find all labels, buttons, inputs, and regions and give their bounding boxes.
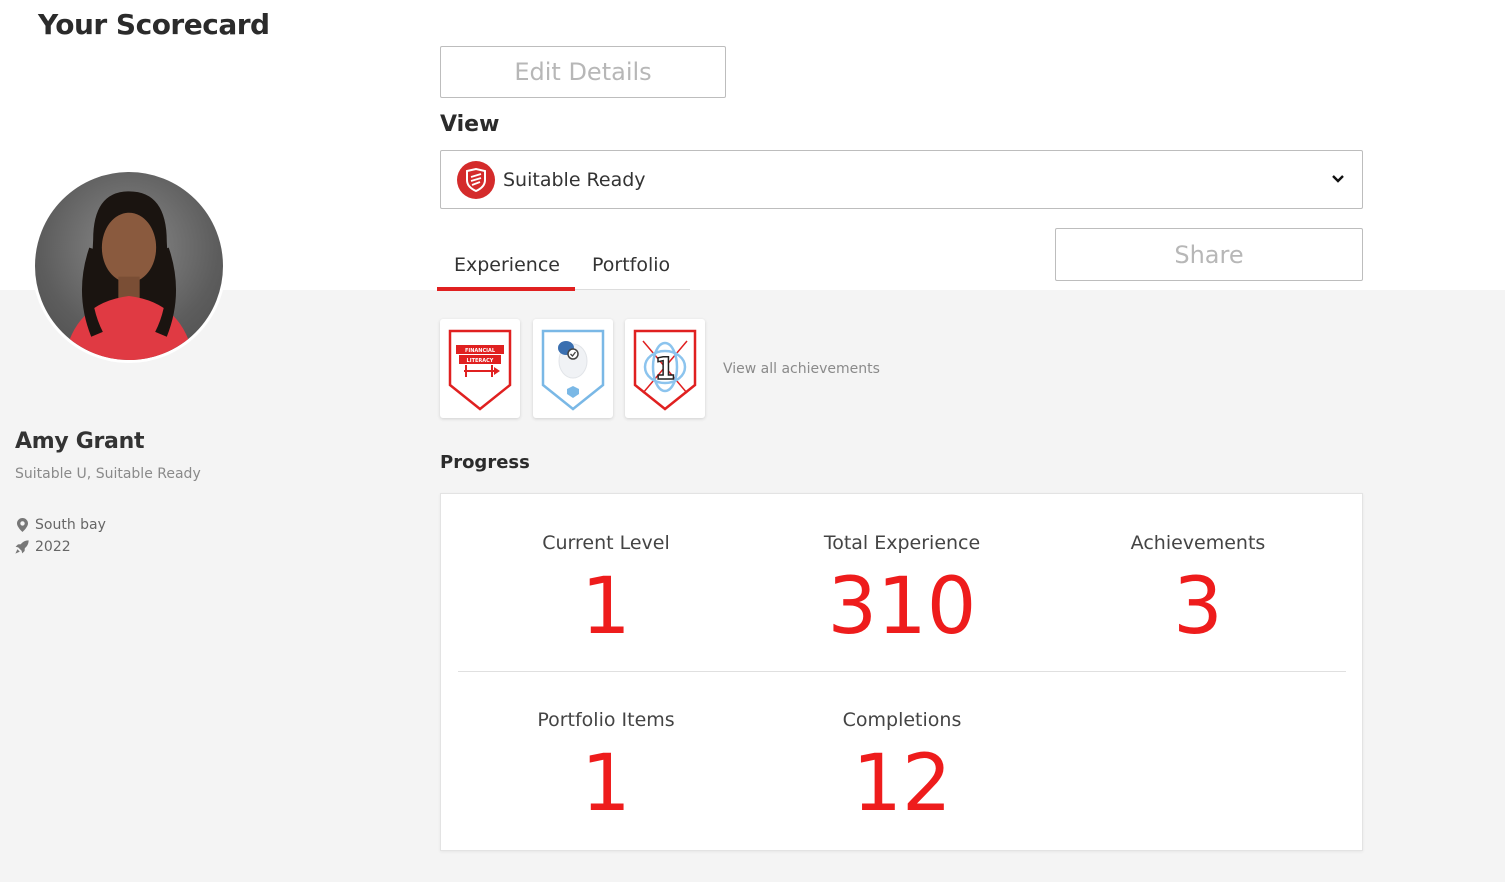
view-all-achievements-link[interactable]: View all achievements <box>723 361 880 377</box>
progress-heading: Progress <box>440 452 530 473</box>
chevron-down-icon <box>1330 171 1346 187</box>
profile-subtitle: Suitable U, Suitable Ready <box>15 466 201 482</box>
edit-details-button[interactable]: Edit Details <box>440 46 726 98</box>
profile-year: 2022 <box>15 539 71 555</box>
avatar-photo <box>64 191 194 360</box>
tab-experience[interactable]: Experience <box>437 240 575 291</box>
stat-label: Current Level <box>542 532 670 554</box>
location-text: South bay <box>35 517 106 533</box>
financial-literacy-badge-icon: FINANCIAL LITERACY <box>448 329 512 411</box>
achievement-badge-brain[interactable] <box>533 319 613 418</box>
badge-text-line2: LITERACY <box>467 358 494 364</box>
achievement-badge-financial-literacy[interactable]: FINANCIAL LITERACY <box>440 319 520 418</box>
stat-portfolio-items: Portfolio Items 1 <box>458 709 754 823</box>
tab-portfolio[interactable]: Portfolio <box>575 240 687 289</box>
badge-text-line1: FINANCIAL <box>465 348 496 354</box>
stats-divider <box>458 671 1346 672</box>
badge-level-number: 1 <box>655 352 676 387</box>
stat-value: 1 <box>581 562 631 652</box>
profile-location: South bay <box>15 517 106 533</box>
page-title: Your Scorecard <box>38 8 270 41</box>
stat-total-experience: Total Experience 310 <box>754 532 1050 646</box>
stat-current-level: Current Level 1 <box>458 532 754 646</box>
stat-value: 1 <box>581 739 631 829</box>
suitable-shield-icon <box>457 160 495 199</box>
achievement-badge-level-one[interactable]: 1 <box>625 319 705 418</box>
stat-label: Completions <box>842 709 962 731</box>
profile-name: Amy Grant <box>15 429 145 454</box>
location-pin-icon <box>15 518 29 532</box>
year-text: 2022 <box>35 539 71 555</box>
avatar <box>32 169 226 363</box>
view-select-value: Suitable Ready <box>503 168 646 191</box>
stat-label: Achievements <box>1130 532 1266 554</box>
view-select[interactable]: Suitable Ready <box>440 150 1363 209</box>
rocket-icon <box>15 540 29 554</box>
stat-value: 310 <box>827 562 977 652</box>
share-button[interactable]: Share <box>1055 228 1363 281</box>
stat-achievements: Achievements 3 <box>1050 532 1346 646</box>
stat-label: Total Experience <box>823 532 981 554</box>
progress-card: Current Level 1 Total Experience 310 Ach… <box>440 493 1363 851</box>
brain-shield-badge-icon <box>541 329 605 411</box>
tab-bar: Experience Portfolio <box>437 240 690 291</box>
level-one-badge-icon: 1 <box>633 329 697 411</box>
stat-value: 12 <box>852 739 952 829</box>
stat-completions: Completions 12 <box>754 709 1050 823</box>
view-label: View <box>440 112 500 137</box>
stat-label: Portfolio Items <box>537 709 675 731</box>
stat-value: 3 <box>1173 562 1223 652</box>
